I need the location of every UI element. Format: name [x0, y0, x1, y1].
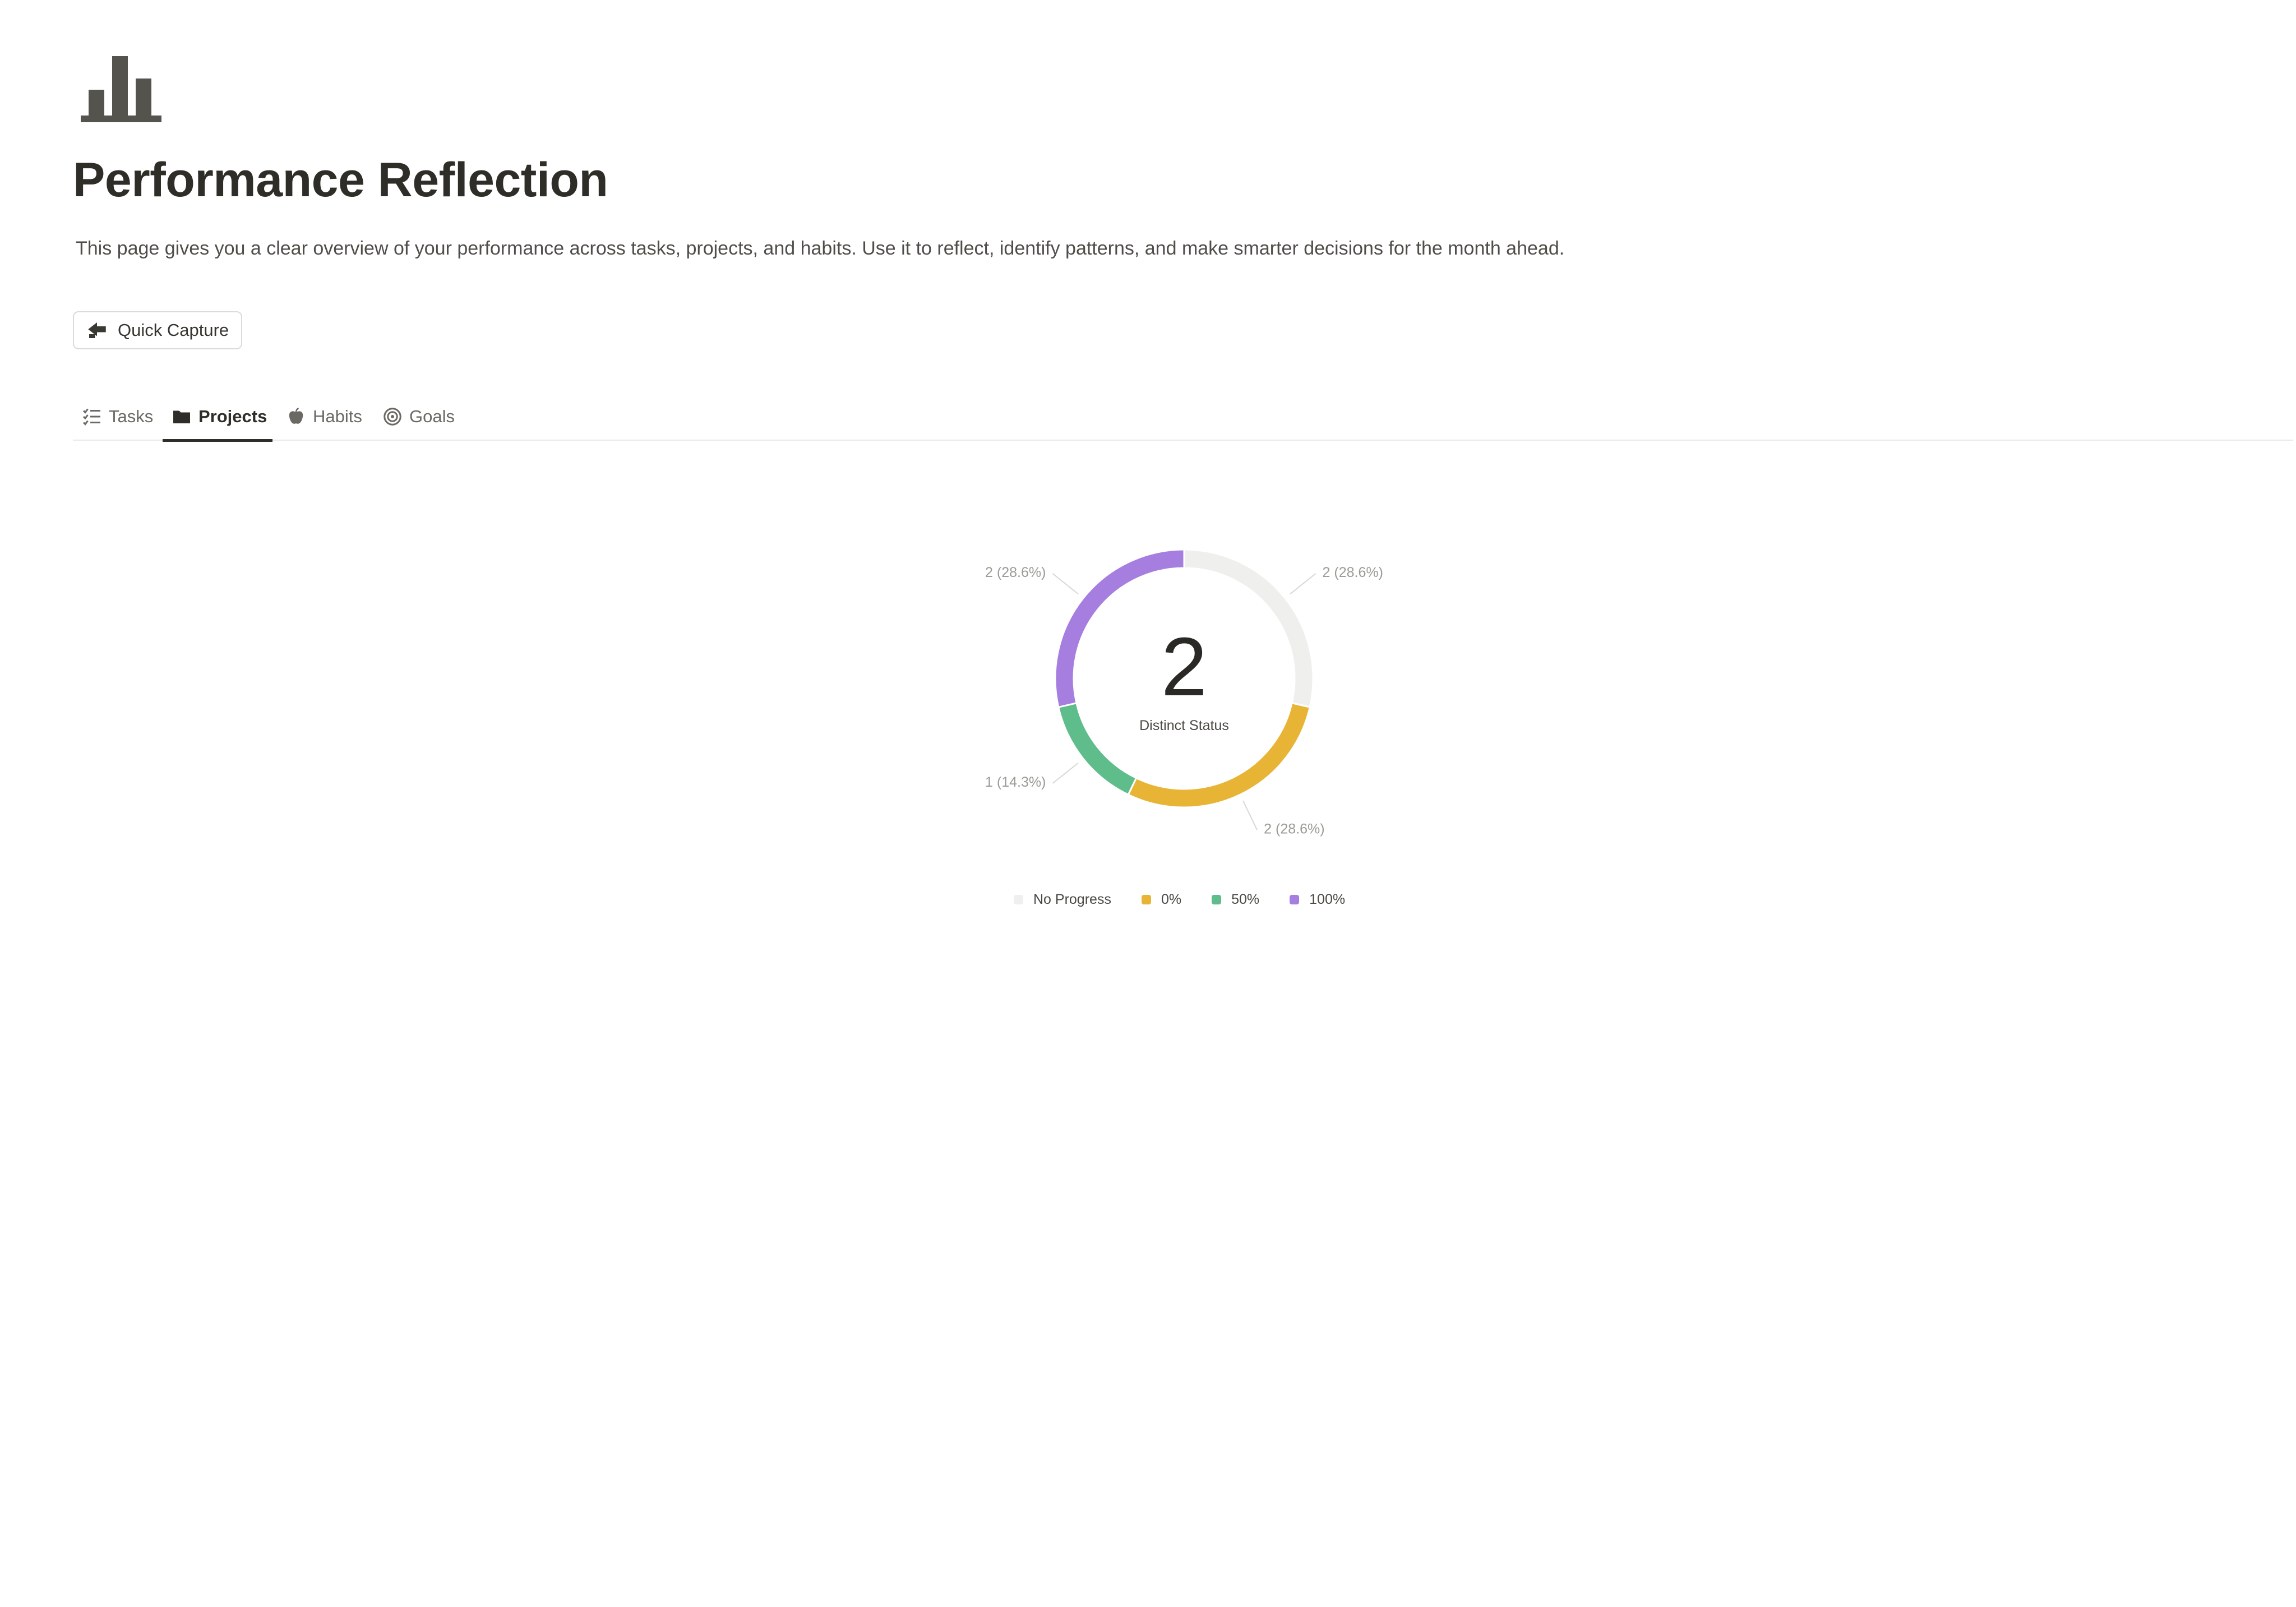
- center-value: 2: [1161, 621, 1207, 713]
- legend-swatch-3: [1290, 895, 1300, 904]
- chart-legend: No Progress 0% 50% 100%: [1014, 892, 1345, 908]
- legend-label-1: 0%: [1161, 892, 1182, 907]
- legend-label-0: No Progress: [1033, 892, 1111, 907]
- legend-item-3[interactable]: 100%: [1290, 892, 1345, 908]
- leader-line-0: [1290, 573, 1316, 594]
- leader-line-1: [1242, 800, 1258, 830]
- legend-label-3: 100%: [1309, 892, 1346, 907]
- donut-slice-2[interactable]: [1057, 702, 1138, 796]
- legend-swatch-2: [1212, 895, 1222, 904]
- legend-item-1[interactable]: 0%: [1141, 892, 1182, 908]
- slice-label-3: 2 (28.6%): [985, 565, 1046, 580]
- status-donut-chart: 2 (28.6%) 2 (28.6%) 1 (14.3%) 2 (28.6%) 2 D…: [985, 548, 1383, 837]
- legend-item-0[interactable]: No Progress: [1014, 892, 1111, 908]
- leader-line-3: [1052, 573, 1079, 594]
- center-label: Distinct Status: [1139, 718, 1229, 733]
- slice-label-2: 1 (14.3%): [985, 774, 1046, 790]
- legend-swatch-1: [1141, 895, 1151, 904]
- slice-label-0: 2 (28.6%): [1323, 565, 1383, 580]
- leader-line-2: [1052, 763, 1079, 784]
- legend-item-2[interactable]: 50%: [1212, 892, 1259, 908]
- legend-swatch-0: [1014, 895, 1023, 904]
- legend-label-2: 50%: [1231, 892, 1260, 907]
- slice-label-1: 2 (28.6%): [1264, 821, 1324, 837]
